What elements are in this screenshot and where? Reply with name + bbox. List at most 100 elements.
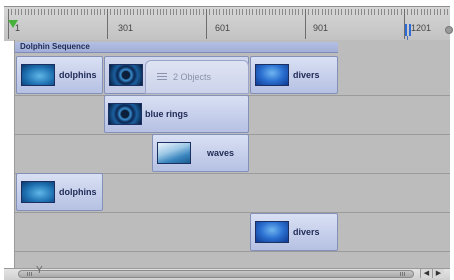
ruler-tick [41, 9, 42, 15]
ruler-tick [361, 9, 363, 15]
ruler-tick [50, 9, 52, 15]
ruler-tick [11, 9, 13, 15]
ruler-tick [311, 9, 313, 15]
ruler-tick [305, 9, 306, 39]
ruler-tick [17, 9, 19, 15]
ruler-tick [400, 9, 402, 15]
ruler-tick [354, 9, 356, 15]
scrollbar-thumb[interactable] [18, 270, 414, 278]
scroll-left-arrow-icon[interactable]: ◀ [420, 269, 432, 278]
ruler-tick [199, 9, 201, 15]
ruler-tick [288, 9, 290, 15]
track-divider [14, 251, 450, 252]
ruler-tick [407, 9, 409, 15]
ruler-tick [202, 9, 204, 15]
ruler-tick [347, 9, 349, 15]
ruler-tick [278, 9, 280, 15]
blue-rings-thumbnail [109, 64, 143, 86]
ruler-tick [123, 9, 125, 15]
ruler-tick [153, 9, 155, 15]
ruler-tick [272, 9, 273, 15]
ruler-tick [163, 9, 165, 15]
ruler-tick [357, 9, 359, 15]
ruler-tick [380, 9, 382, 15]
clip-label: dolphins [59, 70, 97, 80]
ruler-tick [70, 9, 72, 15]
ruler-tick [87, 9, 89, 15]
ruler-tick [209, 9, 211, 15]
ruler-tick [291, 9, 293, 15]
ruler-tick [21, 9, 23, 15]
ruler-tick [423, 9, 425, 15]
ruler-tick [136, 9, 138, 15]
ruler-tick [143, 9, 145, 15]
ruler-tick [116, 9, 118, 15]
clip-divers[interactable]: divers [250, 213, 338, 251]
ruler-tick [387, 9, 389, 15]
ruler-tick [60, 9, 62, 15]
ruler-label-601: 601 [215, 23, 231, 33]
ruler-tick [225, 9, 227, 15]
ruler-tick [83, 9, 85, 15]
ruler-tick [351, 9, 353, 15]
ruler-end-knob[interactable] [445, 26, 453, 34]
ruler-tick [103, 9, 105, 15]
ruler-tick [31, 9, 33, 15]
ruler-label-301: 301 [118, 23, 134, 33]
playhead-icon[interactable]: Y [36, 266, 43, 276]
ruler-tick [242, 9, 244, 15]
ruler-label-1201: 1201 [411, 23, 432, 33]
ruler-tick [27, 9, 29, 15]
ruler-tick [371, 9, 372, 15]
ruler-tick [331, 9, 333, 15]
ruler-tick [301, 9, 303, 15]
ruler-tick [54, 9, 56, 15]
clip-divers[interactable]: divers [250, 56, 338, 94]
ruler-tick [308, 9, 310, 15]
ruler-tick [215, 9, 217, 15]
ruler-tick [338, 9, 339, 15]
scroll-grip-icon [27, 272, 33, 276]
ruler-tick [390, 9, 392, 15]
ruler-tick [93, 9, 95, 15]
ruler-tick [64, 9, 66, 15]
ruler-tick [110, 9, 112, 15]
dolphins-thumbnail [21, 181, 55, 203]
clip-dolphins[interactable]: dolphins [16, 173, 103, 211]
scroll-right-arrow-icon[interactable]: ▶ [432, 269, 444, 278]
divers-thumbnail [255, 221, 289, 243]
clip-blue-rings[interactable]: blue rings [104, 95, 249, 133]
ruler-tick [262, 9, 264, 15]
ruler-tick [255, 9, 257, 15]
ruler-tick [364, 9, 366, 15]
clip-label: divers [293, 70, 320, 80]
clip-waves[interactable]: waves [152, 134, 249, 172]
ruler-tick [229, 9, 231, 15]
ruler-tick [166, 9, 168, 15]
ruler-tick [235, 9, 237, 15]
ruler-tick [113, 9, 115, 15]
clip-dolphins[interactable]: dolphins [16, 56, 103, 94]
ruler-tick [120, 9, 122, 15]
ruler-tick [298, 9, 300, 15]
ruler-tick [149, 9, 151, 15]
ruler-tick [314, 9, 316, 15]
ruler-tick [169, 9, 171, 15]
ruler-tick [44, 9, 46, 15]
ruler-tick [417, 9, 419, 15]
ruler-label-1: 1 [15, 23, 21, 33]
ruler-tick [146, 9, 148, 15]
ruler-tick [410, 9, 412, 15]
ruler-tick [420, 9, 422, 15]
scroll-grip-icon [400, 272, 406, 276]
ruler-tick [206, 9, 207, 39]
ruler-tick [80, 9, 82, 15]
ruler-tick [219, 9, 221, 15]
ruler-tick [192, 9, 194, 15]
ruler-tick [318, 9, 320, 15]
ruler-tick [341, 9, 343, 15]
ruler-tick [107, 9, 108, 39]
ruler-label-901: 901 [313, 23, 329, 33]
ruler-tick [126, 9, 128, 15]
ruler-tick [47, 9, 49, 15]
